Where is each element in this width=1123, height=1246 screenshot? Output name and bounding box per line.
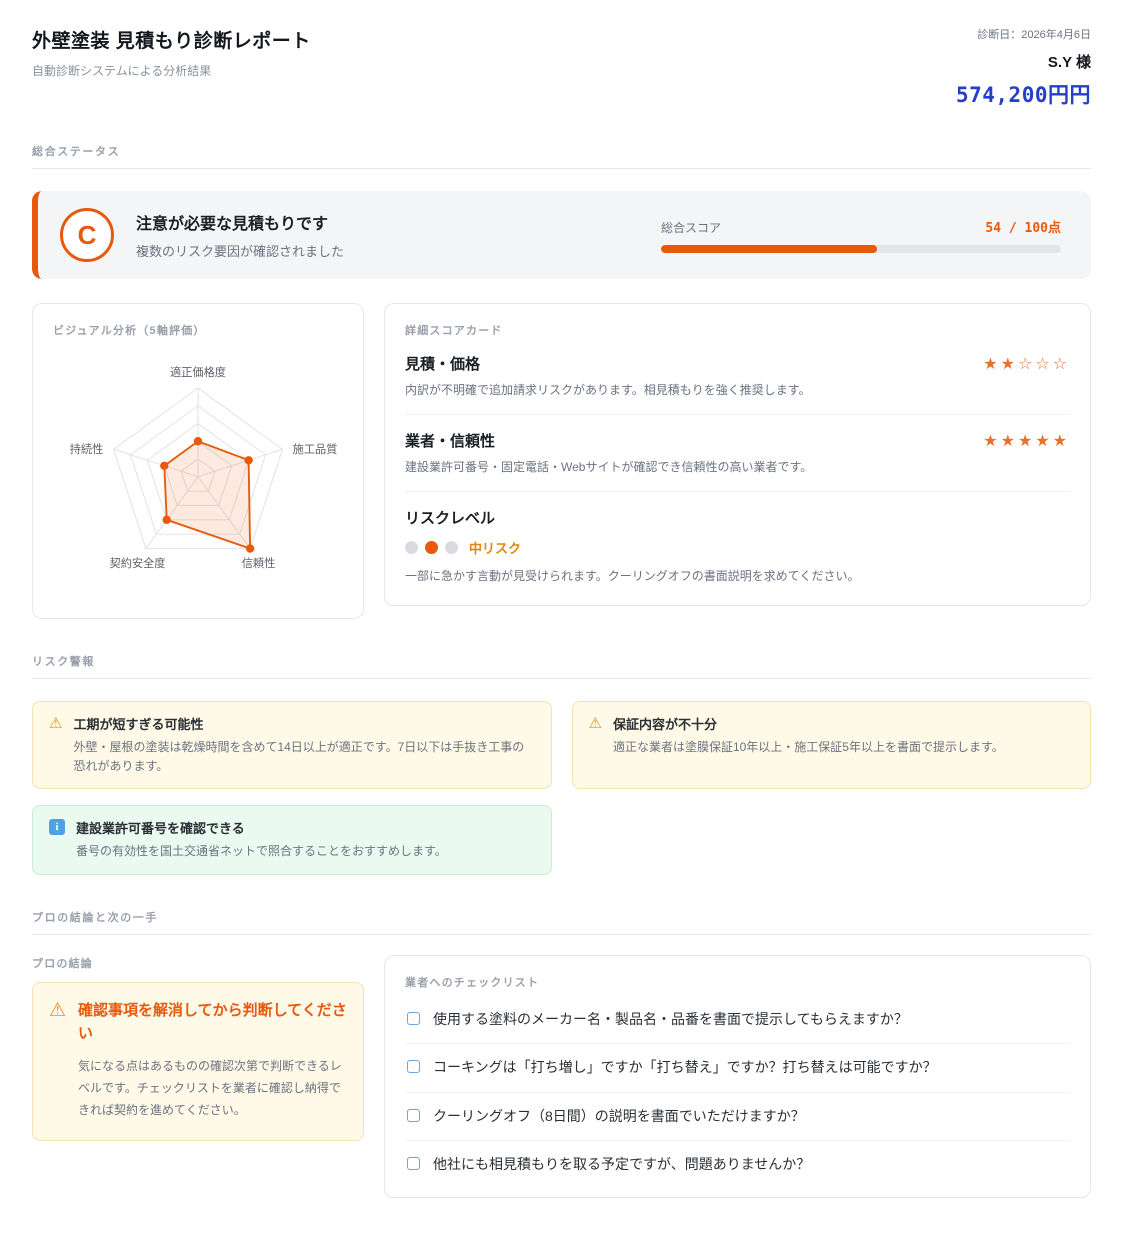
svg-text:施工品質: 施工品質 <box>293 442 338 456</box>
risk-level-label: リスクレベル <box>405 507 1070 528</box>
header-right: 診断日：2026年4月6日 S.Y 様 574,200円円 <box>956 26 1091 109</box>
warning-alert-content: 保証内容が不十分 適正な業者は塗膜保証10年以上・施工保証5年以上を書面で提示し… <box>613 714 1004 757</box>
conclusion-left-label: プロの結論 <box>32 955 364 971</box>
star-rating: ★★★★★ <box>983 431 1070 451</box>
warnings-grid: ⚠ 工期が短すぎる可能性 外壁・屋根の塗装は乾燥時間を含めて14日以上が適正です… <box>32 701 1091 789</box>
total-price: 574,200円円 <box>956 79 1091 109</box>
risk-level-text: 中リスク <box>469 538 521 557</box>
header-left: 外壁塗装 見積もり診断レポート 自動診断システムによる分析結果 <box>32 26 311 79</box>
checklist-item-text: 他社にも相見積もりを取る予定ですが、問題ありませんか？ <box>433 1155 810 1175</box>
risk-level-desc: 一部に急かす言動が見受けられます。クーリングオフの書面説明を求めてください。 <box>405 567 1070 586</box>
overall-score-value: 54 / 100点 <box>985 217 1061 236</box>
risk-level-block: リスクレベル 中リスク 一部に急かす言動が見受けられます。クーリングオフの書面説… <box>405 492 1070 586</box>
visual-analysis-card: ビジュアル分析（5軸評価） 適正価格度施工品質信頼性 契約安全度 持続性 <box>32 303 364 619</box>
score-item-title: 見積・価格 <box>405 353 480 374</box>
risk-dots: 中リスク <box>405 538 1070 557</box>
report-page: 外壁塗装 見積もり診断レポート 自動診断システムによる分析結果 診断日：2026… <box>0 0 1123 1246</box>
risk-dot <box>425 541 438 554</box>
verdict-content: 確認事項を解消してから判断してください 気になる点はあるものの確認次第で判断でき… <box>78 999 347 1122</box>
checklist-item: コーキングは「打ち増し」ですか「打ち替え」ですか？打ち替えは可能ですか？ <box>405 1044 1070 1093</box>
checkbox-icon[interactable] <box>407 1109 420 1122</box>
info-icon: i <box>49 819 65 835</box>
analysis-grid: ビジュアル分析（5軸評価） 適正価格度施工品質信頼性 契約安全度 持続性 詳細スコア… <box>32 303 1091 619</box>
warning-alert-content: 工期が短すぎる可能性 外壁・屋根の塗装は乾燥時間を含めて14日以上が適正です。7… <box>73 714 534 776</box>
section-risk-alerts: リスク警報 <box>32 653 1091 679</box>
score-item-head: 業者・信頼性 ★★★★★ <box>405 430 1070 451</box>
warning-alert: ⚠ 保証内容が不十分 適正な業者は塗膜保証10年以上・施工保証5年以上を書面で提… <box>572 701 1092 789</box>
section-conclusion: プロの結論と次の一手 <box>32 909 1091 935</box>
score-item-desc: 建設業許可番号・固定電話・Webサイトが確認でき信頼性の高い業者です。 <box>405 458 1070 477</box>
svg-text:適正価格度: 適正価格度 <box>170 365 226 379</box>
customer-name: S.Y 様 <box>956 51 1091 72</box>
score-items: 見積・価格 ★★☆☆☆ 内訳が不明確で追加請求リスクがあります。相見積もりを強く… <box>405 338 1070 492</box>
checkbox-icon[interactable] <box>407 1012 420 1025</box>
verdict-card: ⚠ 確認事項を解消してから判断してください 気になる点はあるものの確認次第で判断… <box>32 982 364 1141</box>
radar-chart: 適正価格度施工品質信頼性 契約安全度 持続性 <box>53 346 343 600</box>
info-alert-desc: 番号の有効性を国土交通省ネットで照合することをおすすめします。 <box>76 842 447 861</box>
risk-dot <box>405 541 418 554</box>
status-text: 注意が必要な見積もりです 複数のリスク要因が確認されました <box>136 210 344 260</box>
warning-alert: ⚠ 工期が短すぎる可能性 外壁・屋根の塗装は乾燥時間を含めて14日以上が適正です… <box>32 701 552 789</box>
score-row: 総合スコア 54 / 100点 <box>661 217 1061 236</box>
score-item-desc: 内訳が不明確で追加請求リスクがあります。相見積もりを強く推奨します。 <box>405 381 1070 400</box>
checklist-item-text: クーリングオフ（8日間）の説明を書面でいただけますか？ <box>433 1107 805 1127</box>
score-item: 業者・信頼性 ★★★★★ 建設業許可番号・固定電話・Webサイトが確認でき信頼性… <box>405 415 1070 492</box>
checklist-item: 他社にも相見積もりを取る予定ですが、問題ありませんか？ <box>405 1141 1070 1189</box>
diagnosis-date: 診断日：2026年4月6日 <box>956 26 1091 42</box>
radar-wrap: 適正価格度施工品質信頼性 契約安全度 持続性 <box>53 346 343 600</box>
info-alert-title: 建設業許可番号を確認できる <box>76 818 447 837</box>
report-header: 外壁塗装 見積もり診断レポート 自動診断システムによる分析結果 診断日：2026… <box>32 26 1091 109</box>
page-title: 外壁塗装 見積もり診断レポート <box>32 26 311 53</box>
detail-scorecard: 詳細スコアカード 見積・価格 ★★☆☆☆ 内訳が不明確で追加請求リスクがあります… <box>384 303 1091 606</box>
score-progress-bar <box>661 245 1061 253</box>
checkbox-icon[interactable] <box>407 1157 420 1170</box>
svg-text:契約安全度: 契約安全度 <box>110 556 166 570</box>
checklist-card: 業者へのチェックリスト 使用する塗料のメーカー名・製品名・品番を書面で提示しても… <box>384 955 1091 1198</box>
status-title: 注意が必要な見積もりです <box>136 210 344 234</box>
score-item-head: 見積・価格 ★★☆☆☆ <box>405 353 1070 374</box>
warning-icon: ⚠ <box>49 999 66 1024</box>
info-alert: i 建設業許可番号を確認できる 番号の有効性を国土交通省ネットで照合することをお… <box>32 805 552 874</box>
detail-scorecard-label: 詳細スコアカード <box>405 322 1070 338</box>
page-subtitle: 自動診断システムによる分析結果 <box>32 62 311 79</box>
info-alert-content: 建設業許可番号を確認できる 番号の有効性を国土交通省ネットで照合することをおすす… <box>76 818 447 861</box>
status-card: C 注意が必要な見積もりです 複数のリスク要因が確認されました 総合スコア 54… <box>32 191 1091 279</box>
warning-icon: ⚠ <box>589 714 602 734</box>
alert-title: 保証内容が不十分 <box>613 714 1004 733</box>
alert-desc: 適正な業者は塗膜保証10年以上・施工保証5年以上を書面で提示します。 <box>613 738 1004 757</box>
star-rating: ★★☆☆☆ <box>983 354 1070 374</box>
section-overall-status: 総合ステータス <box>32 143 1091 169</box>
risk-dot <box>445 541 458 554</box>
alert-desc: 外壁・屋根の塗装は乾燥時間を含めて14日以上が適正です。7日以下は手抜き工事の恐… <box>73 738 534 776</box>
checklist-item-text: コーキングは「打ち増し」ですか「打ち替え」ですか？打ち替えは可能ですか？ <box>433 1058 937 1078</box>
score-area: 総合スコア 54 / 100点 <box>661 217 1061 253</box>
checklist-item: 使用する塗料のメーカー名・製品名・品番を書面で提示してもらえますか？ <box>405 996 1070 1045</box>
svg-text:持続性: 持続性 <box>70 442 104 456</box>
conclusion-left-col: プロの結論 ⚠ 確認事項を解消してから判断してください 気になる点はあるものの確… <box>32 955 364 1141</box>
verdict-title: 確認事項を解消してから判断してください <box>78 999 347 1046</box>
visual-analysis-label: ビジュアル分析（5軸評価） <box>53 322 343 338</box>
status-subtitle: 複数のリスク要因が確認されました <box>136 241 344 260</box>
checklist-items: 使用する塗料のメーカー名・製品名・品番を書面で提示してもらえますか？ コーキング… <box>405 996 1070 1189</box>
verdict-body: 気になる点はあるものの確認次第で判断できるレベルです。チェックリストを業者に確認… <box>78 1055 347 1122</box>
conclusion-grid: プロの結論 ⚠ 確認事項を解消してから判断してください 気になる点はあるものの確… <box>32 955 1091 1198</box>
checklist-label: 業者へのチェックリスト <box>405 974 1070 990</box>
overall-score-label: 総合スコア <box>661 219 721 236</box>
svg-text:信頼性: 信頼性 <box>242 556 276 570</box>
score-progress-fill <box>661 245 877 253</box>
checklist-item: クーリングオフ（8日間）の説明を書面でいただけますか？ <box>405 1093 1070 1142</box>
checkbox-icon[interactable] <box>407 1060 420 1073</box>
grade-badge: C <box>60 208 114 262</box>
warning-icon: ⚠ <box>49 714 62 734</box>
checklist-item-text: 使用する塗料のメーカー名・製品名・品番を書面で提示してもらえますか？ <box>433 1010 908 1030</box>
score-item: 見積・価格 ★★☆☆☆ 内訳が不明確で追加請求リスクがあります。相見積もりを強く… <box>405 338 1070 415</box>
score-item-title: 業者・信頼性 <box>405 430 495 451</box>
alert-title: 工期が短すぎる可能性 <box>73 714 534 733</box>
